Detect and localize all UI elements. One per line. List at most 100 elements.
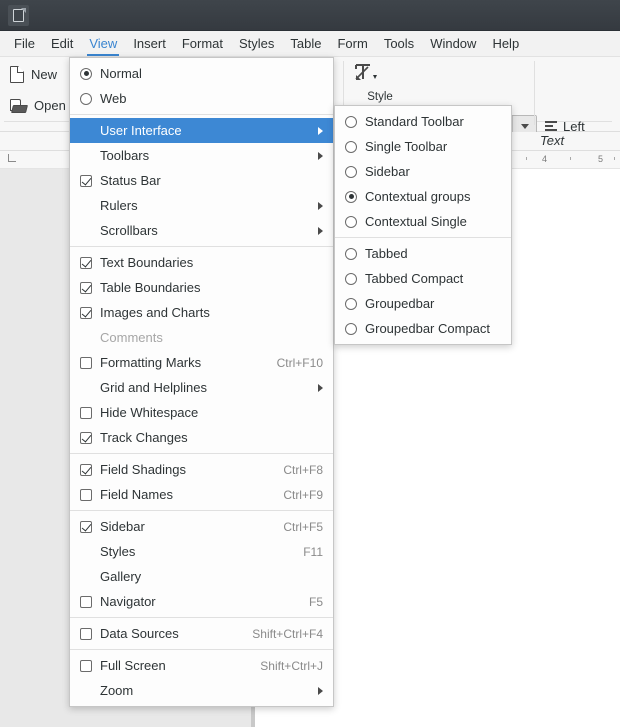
- menu-item-formatting-marks[interactable]: Formatting Marks Ctrl+F10: [70, 350, 333, 375]
- menu-item-shortcut: F5: [308, 594, 323, 609]
- open-folder-icon: [10, 98, 28, 113]
- menu-item-label: Images and Charts: [100, 305, 210, 320]
- menu-item-scrollbars[interactable]: Scrollbars: [70, 218, 333, 243]
- menu-separator: [70, 453, 333, 454]
- open-button[interactable]: Open: [6, 90, 76, 121]
- ruler-ticks: 45: [520, 151, 620, 169]
- menu-item-tabbed[interactable]: Tabbed: [335, 241, 511, 266]
- application-window: File Edit View Insert Format Styles Table Form T…: [0, 0, 620, 727]
- checkbox-checked-icon: [80, 174, 92, 187]
- menu-item-label: Data Sources: [100, 626, 179, 641]
- menu-item-sidebar[interactable]: Sidebar Ctrl+F5: [70, 514, 333, 539]
- menubar-item-window[interactable]: Window: [422, 31, 484, 56]
- menu-item-label: Scrollbars: [100, 223, 158, 238]
- menubar-item-table[interactable]: Table: [282, 31, 329, 56]
- radio-unselected-icon: [345, 140, 357, 153]
- menu-item-label: Groupedbar Compact: [365, 321, 491, 336]
- menu-item-label: Formatting Marks: [100, 355, 202, 370]
- chevron-right-icon: [318, 686, 323, 695]
- menu-item-sidebar[interactable]: Sidebar: [335, 159, 511, 184]
- document-icon: [8, 5, 29, 26]
- ruler-tick-minor: [526, 157, 527, 160]
- menubar-item-edit[interactable]: Edit: [43, 31, 81, 56]
- menu-item-label: Groupedbar: [365, 296, 435, 311]
- menubar-item-styles[interactable]: Styles: [231, 31, 282, 56]
- checkbox-unchecked-icon: [80, 659, 92, 672]
- checkbox-checked-icon: [80, 431, 92, 444]
- menu-separator: [70, 246, 333, 247]
- menu-item-tabbed-compact[interactable]: Tabbed Compact: [335, 266, 511, 291]
- toolbar-file-group: New Open: [6, 59, 76, 121]
- menu-item-normal[interactable]: Normal: [70, 61, 333, 86]
- menu-item-label: Toolbars: [100, 148, 150, 163]
- menu-item-full-screen[interactable]: Full Screen Shift+Ctrl+J: [70, 653, 333, 678]
- menu-separator: [70, 510, 333, 511]
- menu-item-toolbars[interactable]: Toolbars: [70, 143, 333, 168]
- menu-item-single-toolbar[interactable]: Single Toolbar: [335, 134, 511, 159]
- chevron-right-icon: [318, 201, 323, 210]
- menu-item-rulers[interactable]: Rulers: [70, 193, 333, 218]
- menubar-item-form[interactable]: Form: [329, 31, 375, 56]
- menu-item-shortcut: Ctrl+F8: [283, 462, 323, 477]
- menu-item-data-sources[interactable]: Data Sources Shift+Ctrl+F4: [70, 621, 333, 646]
- menu-item-gallery[interactable]: Gallery: [70, 564, 333, 589]
- menubar-item-format[interactable]: Format: [174, 31, 231, 56]
- menu-item-zoom[interactable]: Zoom: [70, 678, 333, 703]
- menu-item-table-boundaries[interactable]: Table Boundaries: [70, 275, 333, 300]
- menu-item-status-bar[interactable]: Status Bar: [70, 168, 333, 193]
- radio-unselected-icon: [80, 92, 92, 105]
- radio-unselected-icon: [345, 247, 357, 260]
- new-document-icon: [10, 65, 25, 83]
- menu-item-label: User Interface: [100, 123, 182, 138]
- checkbox-unchecked-icon: [80, 356, 92, 369]
- menu-item-track-changes[interactable]: Track Changes: [70, 425, 333, 450]
- menu-item-label: Sidebar: [100, 519, 145, 534]
- menu-item-standard-toolbar[interactable]: Standard Toolbar: [335, 109, 511, 134]
- menu-item-user-interface[interactable]: User Interface: [70, 118, 333, 143]
- menu-item-label: Table Boundaries: [100, 280, 201, 295]
- menu-item-images-and-charts[interactable]: Images and Charts: [70, 300, 333, 325]
- menu-item-label: Single Toolbar: [365, 139, 448, 154]
- checkbox-unchecked-icon: [80, 488, 92, 501]
- menu-item-grid-and-helplines[interactable]: Grid and Helplines: [70, 375, 333, 400]
- menu-item-field-names[interactable]: Field Names Ctrl+F9: [70, 482, 333, 507]
- menu-item-text-boundaries[interactable]: Text Boundaries: [70, 250, 333, 275]
- menu-item-label: Contextual groups: [365, 189, 471, 204]
- menubar-item-view[interactable]: View: [81, 31, 125, 56]
- ruler-tick-minor: [614, 157, 615, 160]
- menu-item-label: Navigator: [100, 594, 156, 609]
- menu-item-label: Tabbed Compact: [365, 271, 464, 286]
- menu-item-field-shadings[interactable]: Field Shadings Ctrl+F8: [70, 457, 333, 482]
- menu-item-label: Web: [100, 91, 127, 106]
- ruler-tick-minor: [570, 157, 571, 160]
- menu-separator: [335, 237, 511, 238]
- toolbar-divider-2: [534, 61, 535, 125]
- menubar-item-insert[interactable]: Insert: [125, 31, 174, 56]
- checkbox-unchecked-icon: [80, 595, 92, 608]
- menu-item-shortcut: Shift+Ctrl+J: [260, 658, 323, 673]
- paragraph-style-icon: [352, 61, 408, 85]
- menubar-item-file[interactable]: File: [6, 31, 43, 56]
- menu-item-contextual-single[interactable]: Contextual Single: [335, 209, 511, 234]
- menu-item-groupedbar[interactable]: Groupedbar: [335, 291, 511, 316]
- menu-item-label: Comments: [100, 330, 163, 345]
- menu-item-groupedbar-compact[interactable]: Groupedbar Compact: [335, 316, 511, 341]
- menubar-item-help[interactable]: Help: [484, 31, 527, 56]
- style-button[interactable]: Style: [352, 61, 408, 103]
- chevron-right-icon: [318, 383, 323, 392]
- menu-item-contextual-groups[interactable]: Contextual groups: [335, 184, 511, 209]
- ruler-corner-icon[interactable]: [8, 154, 16, 162]
- menu-item-label: Full Screen: [100, 658, 166, 673]
- new-button[interactable]: New: [6, 59, 76, 90]
- radio-unselected-icon: [345, 322, 357, 335]
- menubar-item-tools[interactable]: Tools: [376, 31, 422, 56]
- menu-item-shortcut: Shift+Ctrl+F4: [252, 626, 323, 641]
- chevron-right-icon: [318, 151, 323, 160]
- checkbox-unchecked-icon: [80, 627, 92, 640]
- chevron-right-icon: [318, 226, 323, 235]
- menu-item-styles[interactable]: Styles F11: [70, 539, 333, 564]
- menu-item-hide-whitespace[interactable]: Hide Whitespace: [70, 400, 333, 425]
- align-left-icon: [545, 121, 557, 131]
- menu-item-navigator[interactable]: Navigator F5: [70, 589, 333, 614]
- menu-item-web[interactable]: Web: [70, 86, 333, 111]
